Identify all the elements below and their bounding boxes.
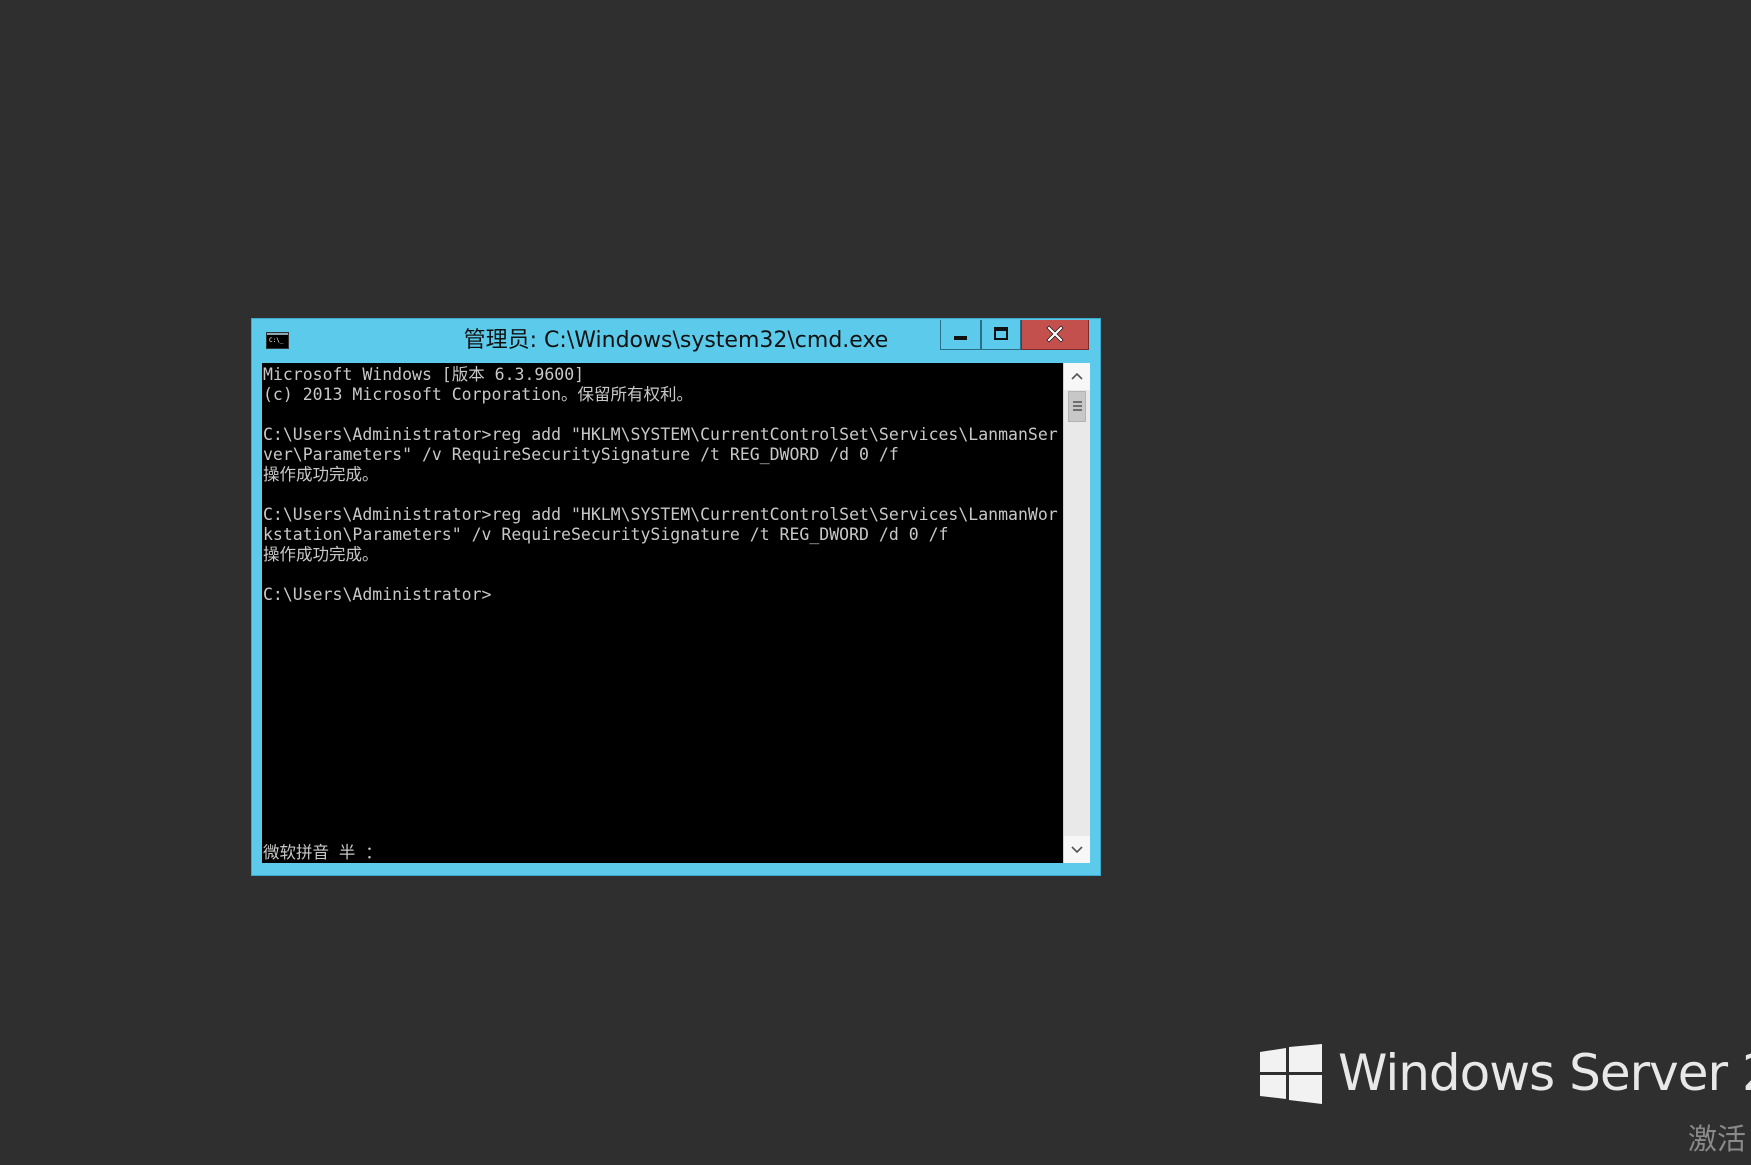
close-icon [1046,325,1064,343]
minimize-icon [954,336,967,340]
vertical-scrollbar[interactable] [1063,363,1090,863]
close-button[interactable] [1021,320,1089,350]
console-line: (c) 2013 Microsoft Corporation。保留所有权利。 [263,385,694,404]
chevron-up-icon [1071,372,1083,380]
desktop: C:\_ 管理员: C:\Windows\system32\cmd.exe Mi… [0,0,1751,1165]
console-line: 操作成功完成。 [263,545,379,564]
activation-watermark: 激活 [1688,1122,1747,1156]
maximize-icon [994,327,1008,340]
scroll-thumb[interactable] [1068,391,1086,422]
console-line: ver\Parameters" /v RequireSecuritySignat… [263,445,899,464]
thumb-grip [1073,401,1082,403]
console-lines: Microsoft Windows [版本 6.3.9600] (c) 2013… [263,365,1063,605]
maximize-button[interactable] [981,320,1021,350]
console-output[interactable]: Microsoft Windows [版本 6.3.9600] (c) 2013… [262,363,1063,863]
console-line: kstation\Parameters" /v RequireSecurityS… [263,525,949,544]
ime-status: 微软拼音 半 ： [263,843,382,862]
windows-server-branding: Windows Server 20 [1260,1044,1751,1108]
cmd-window[interactable]: C:\_ 管理员: C:\Windows\system32\cmd.exe Mi… [251,318,1101,876]
scroll-down-button[interactable] [1064,836,1090,863]
scroll-up-button[interactable] [1064,363,1090,390]
console-line: 操作成功完成。 [263,465,379,484]
title-bar[interactable]: C:\_ 管理员: C:\Windows\system32\cmd.exe [252,319,1100,363]
console-prompt-line[interactable]: C:\Users\Administrator> [263,585,1063,605]
brand-text: Windows Server 20 [1338,1044,1751,1102]
windows-logo-icon [1260,1044,1322,1104]
console-line: C:\Users\Administrator>reg add "HKLM\SYS… [263,425,1058,444]
thumb-grip [1073,405,1082,407]
console-line: C:\Users\Administrator>reg add "HKLM\SYS… [263,505,1058,524]
minimize-button[interactable] [940,320,981,350]
console-line: Microsoft Windows [版本 6.3.9600] [263,365,585,384]
chevron-down-icon [1071,846,1083,854]
thumb-grip [1073,409,1082,411]
